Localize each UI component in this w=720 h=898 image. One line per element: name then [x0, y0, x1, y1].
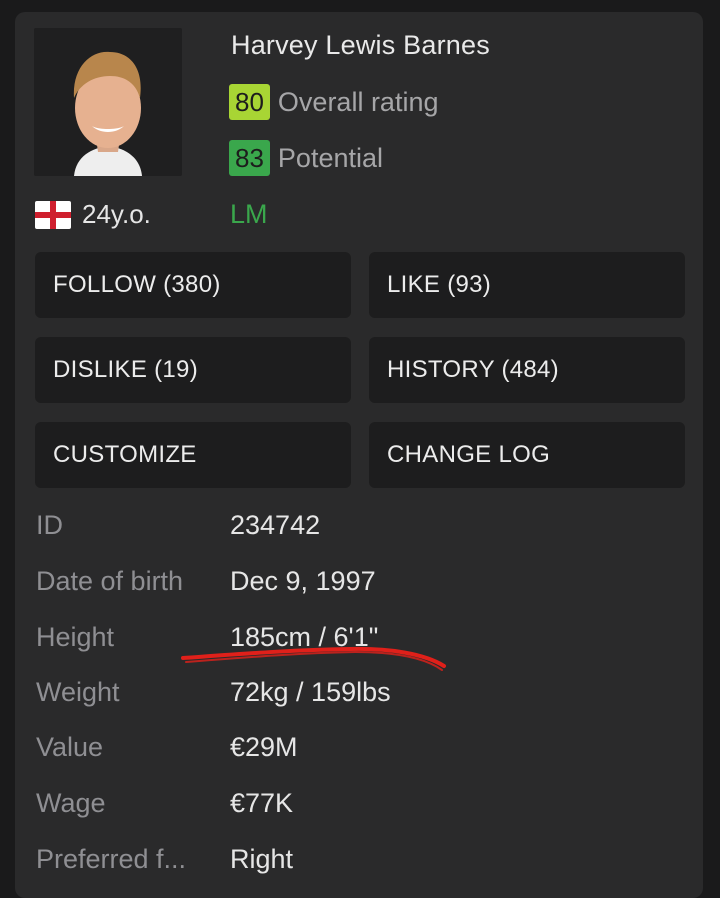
wage-value: €77K: [230, 788, 294, 818]
player-name: Harvey Lewis Barnes: [231, 30, 490, 60]
value-label: Value: [36, 732, 104, 762]
red-underline-annotation: [181, 646, 446, 671]
england-flag-icon: [35, 201, 71, 229]
potential-rating-row: 83 Potential: [229, 140, 383, 176]
overall-rating-label: Overall rating: [277, 86, 439, 117]
preferred-foot-label: Preferred f...: [36, 844, 187, 874]
id-value: 234742: [230, 510, 321, 540]
id-label: ID: [36, 510, 63, 540]
preferred-foot-value: Right: [230, 844, 294, 874]
player-photo: [34, 28, 182, 176]
overall-rating-row: 80 Overall rating: [229, 84, 439, 120]
player-position: LM: [230, 199, 268, 229]
like-button[interactable]: LIKE (93): [369, 252, 685, 318]
player-avatar-icon: [34, 28, 182, 176]
weight-value: 72kg / 159lbs: [230, 677, 391, 707]
customize-button[interactable]: CUSTOMIZE: [35, 422, 351, 488]
dislike-button[interactable]: DISLIKE (19): [35, 337, 351, 403]
change-log-button[interactable]: CHANGE LOG: [369, 422, 685, 488]
history-button[interactable]: HISTORY (484): [369, 337, 685, 403]
value-value: €29M: [230, 732, 298, 762]
potential-badge: 83: [229, 140, 270, 176]
height-label: Height: [36, 622, 115, 652]
follow-button[interactable]: FOLLOW (380): [35, 252, 351, 318]
dob-value: Dec 9, 1997: [230, 566, 376, 596]
player-age: 24y.o.: [82, 199, 151, 229]
potential-label: Potential: [277, 142, 383, 173]
weight-label: Weight: [36, 677, 120, 707]
wage-label: Wage: [36, 788, 106, 818]
overall-rating-badge: 80: [229, 84, 270, 120]
dob-label: Date of birth: [36, 566, 184, 596]
